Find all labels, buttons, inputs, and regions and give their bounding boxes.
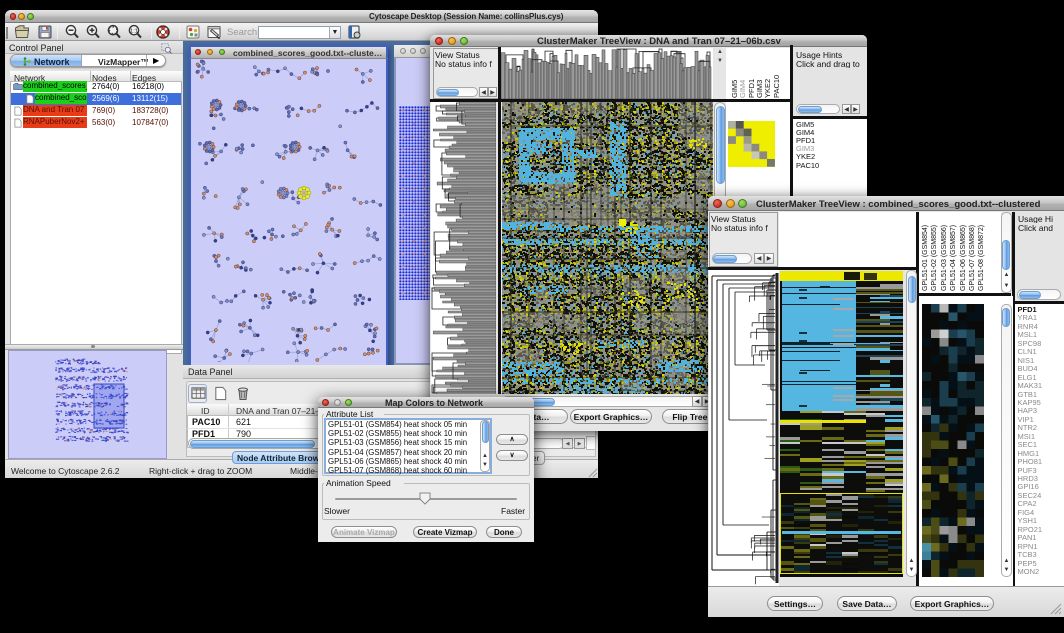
svg-text:1:1: 1:1 [130, 28, 138, 34]
